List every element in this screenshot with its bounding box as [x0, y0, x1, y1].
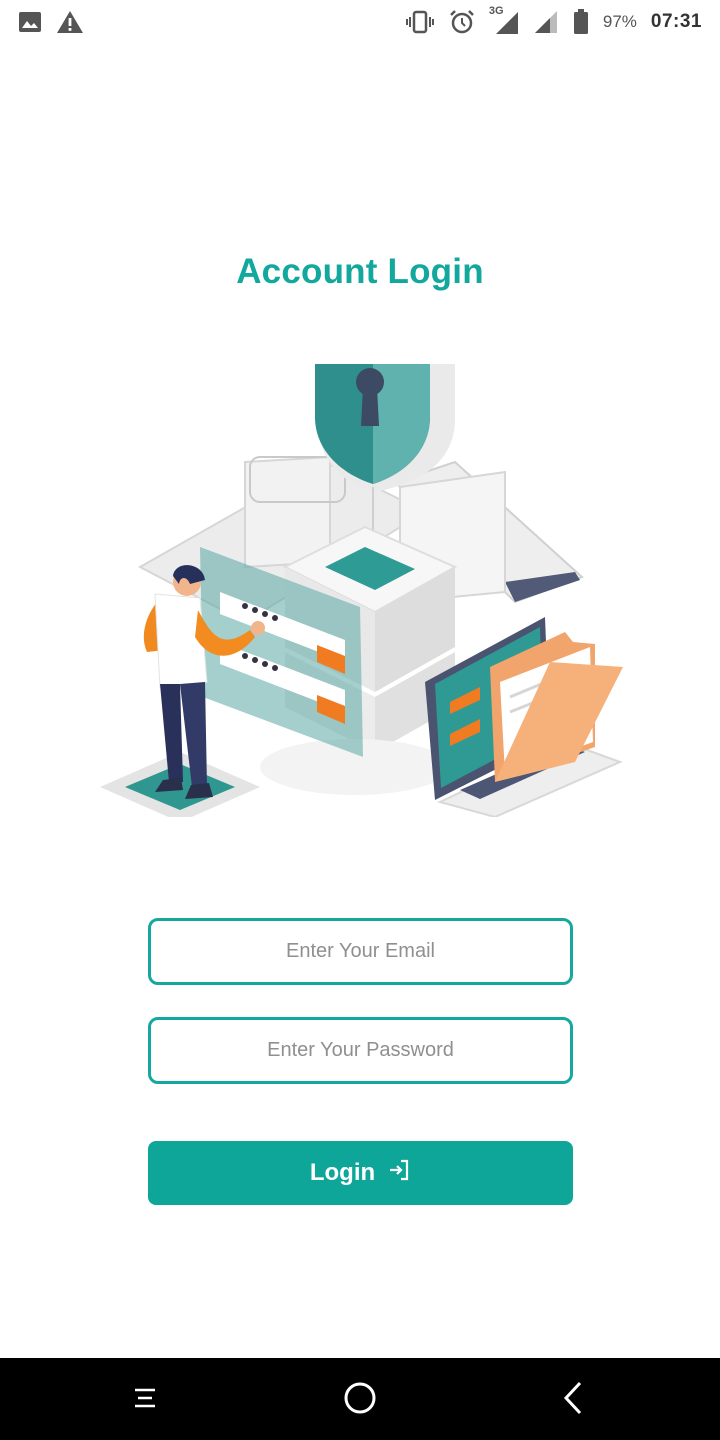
- menu-button[interactable]: [123, 1378, 167, 1422]
- warning-icon: [56, 10, 84, 34]
- password-input[interactable]: [151, 1038, 570, 1063]
- login-button[interactable]: Login: [148, 1141, 573, 1205]
- email-input[interactable]: [151, 939, 570, 964]
- network-label: 3G: [488, 5, 504, 17]
- signal-3g-icon: 3G: [489, 5, 519, 35]
- home-icon: [342, 1380, 378, 1421]
- status-left: [18, 10, 84, 34]
- battery-percent: 97%: [602, 12, 637, 31]
- login-button-label: Login: [309, 1159, 376, 1186]
- home-button[interactable]: [338, 1378, 382, 1422]
- email-field[interactable]: [148, 918, 573, 985]
- vibrate-icon: [405, 10, 435, 34]
- image-icon: [18, 11, 42, 33]
- password-field[interactable]: [148, 1017, 573, 1084]
- battery-icon: [573, 9, 589, 35]
- menu-icon: [130, 1383, 160, 1418]
- clock: 07:31: [650, 11, 702, 32]
- login-arrow-icon: [387, 1158, 411, 1189]
- back-button[interactable]: [552, 1378, 596, 1422]
- back-icon: [559, 1380, 589, 1421]
- signal-icon: [533, 9, 559, 35]
- status-bar: 3G 97% 07:31: [0, 0, 720, 44]
- alarm-icon: [449, 9, 475, 35]
- security-illustration: [95, 362, 625, 822]
- navigation-bar: [0, 1358, 720, 1440]
- status-right: 3G 97% 07:31: [405, 5, 702, 35]
- page-title: Account Login: [236, 252, 484, 291]
